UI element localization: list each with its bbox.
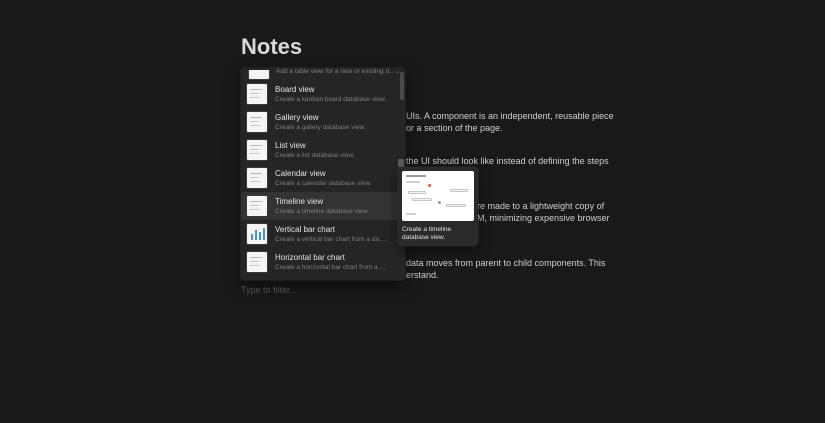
board-view-thumbnail-icon: [246, 83, 268, 105]
timeline-preview-image: [402, 171, 474, 221]
menu-item-horizontal-bar-chart[interactable]: Horizontal bar chart Create a horizontal…: [241, 248, 405, 276]
menu-item-label: Vertical bar chart: [275, 225, 336, 234]
menu-item-label: Calendar view: [275, 169, 326, 178]
menu-item-board-view[interactable]: Board view Create a kanban board databas…: [241, 80, 405, 108]
paragraph-line: the UI should look like instead of defin…: [406, 156, 609, 166]
menu-item-label: Horizontal bar chart: [275, 253, 345, 262]
menu-item-calendar-view[interactable]: Calendar view Create a calendar database…: [241, 164, 405, 192]
paragraph-line: erstand.: [406, 270, 439, 280]
menu-item-description: Create a kanban board database view.: [275, 96, 387, 103]
menu-item-description: Create a vertical bar chart from a datab…: [275, 236, 387, 243]
timeline-preview-card: Create a timeline database view.: [398, 167, 478, 246]
menu-item-table-view[interactable]: Add a table view for a new or existing d…: [241, 68, 405, 80]
menu-item-gallery-view[interactable]: Gallery view Create a gallery database v…: [241, 108, 405, 136]
menu-item-description: Add a table view for a new or existing d…: [276, 68, 395, 75]
list-view-thumbnail-icon: [246, 139, 268, 161]
menu-item-timeline-view[interactable]: Timeline view Create a timeline database…: [241, 192, 405, 220]
insert-view-menu: Add a table view for a new or existing d…: [241, 68, 405, 280]
gallery-view-thumbnail-icon: [246, 111, 268, 133]
drag-handle[interactable]: [398, 159, 404, 167]
menu-item-label: List view: [275, 141, 306, 150]
menu-item-label: Gallery view: [275, 113, 319, 122]
calendar-view-thumbnail-icon: [246, 167, 268, 189]
paragraph-line: re made to a lightweight copy of: [477, 201, 605, 211]
paragraph-line: M, minimizing expensive browser: [477, 213, 610, 223]
page-title: Notes: [241, 34, 303, 59]
horizontal-bar-chart-thumbnail-icon: [246, 251, 268, 273]
paragraph-line: data moves from parent to child componen…: [406, 258, 606, 268]
menu-item-label: Timeline view: [275, 197, 324, 206]
menu-item-description: Create a horizontal bar chart from a dat…: [275, 264, 387, 271]
chevron-down-icon: ⌄: [394, 69, 400, 75]
menu-item-description: Create a calendar database view.: [275, 180, 372, 187]
table-view-thumbnail-icon: [248, 70, 270, 80]
preview-caption: Create a timeline database view.: [402, 226, 452, 241]
paragraph-line: or a section of the page.: [406, 123, 503, 133]
menu-item-list-view[interactable]: List view Create a list database view.: [241, 136, 405, 164]
filter-placeholder[interactable]: Type to filter...: [241, 285, 297, 295]
menu-item-vertical-bar-chart[interactable]: Vertical bar chart Create a vertical bar…: [241, 220, 405, 248]
menu-item-description: Create a gallery database view.: [275, 124, 366, 131]
vertical-bar-chart-thumbnail-icon: [246, 223, 268, 245]
paragraph-line: UIs. A component is an independent, reus…: [406, 111, 614, 121]
menu-item-description: Create a timeline database view.: [275, 208, 369, 215]
menu-item-label: Board view: [275, 85, 315, 94]
timeline-view-thumbnail-icon: [246, 195, 268, 217]
menu-item-description: Create a list database view.: [275, 152, 355, 159]
